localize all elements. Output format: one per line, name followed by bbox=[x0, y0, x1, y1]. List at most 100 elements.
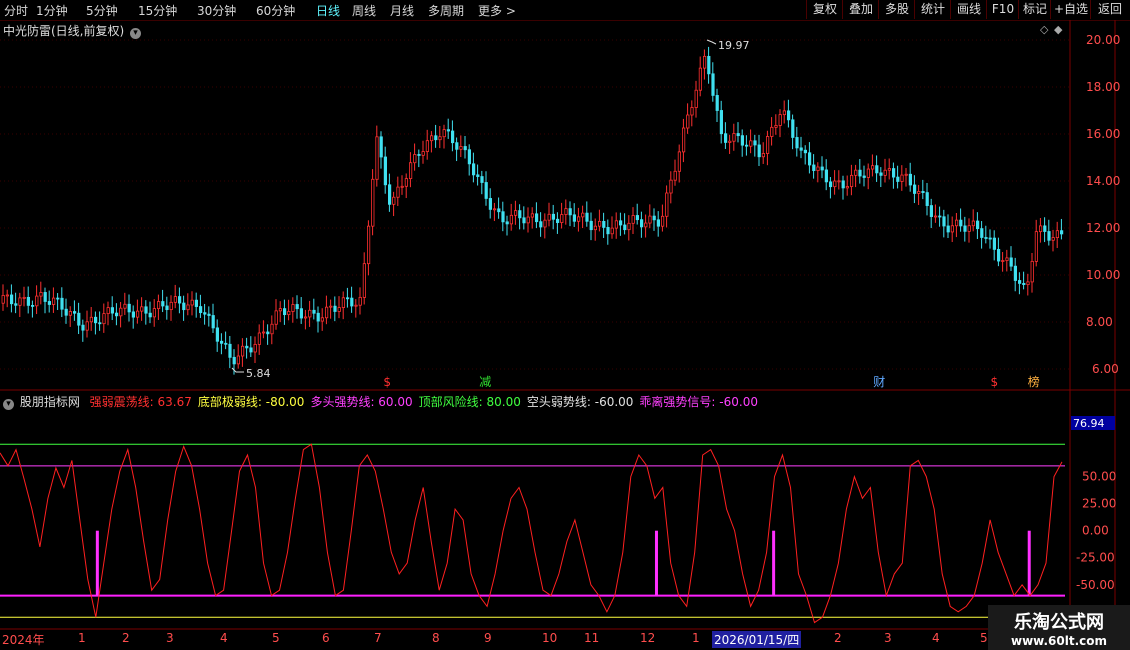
candle-body bbox=[917, 191, 921, 194]
event-marker[interactable]: 财 bbox=[873, 375, 885, 389]
watermark: 乐淘公式网 www.60lt.com bbox=[988, 605, 1130, 650]
date-axis-label: 2 bbox=[834, 631, 842, 645]
candle-body bbox=[354, 304, 358, 307]
candle-body bbox=[198, 306, 203, 314]
candle-body bbox=[140, 306, 144, 312]
candle-body bbox=[501, 211, 505, 223]
candle-body bbox=[803, 149, 808, 154]
button-tongji[interactable]: 统计 bbox=[914, 0, 951, 19]
legend-item: 多头强势线: 60.00 bbox=[310, 395, 413, 409]
candle-body bbox=[614, 220, 619, 229]
candle-body bbox=[379, 136, 383, 158]
candle-body bbox=[9, 294, 14, 305]
button-f10[interactable]: F10 bbox=[986, 0, 1019, 19]
candle-body bbox=[421, 151, 425, 156]
button-diejia[interactable]: 叠加 bbox=[842, 0, 879, 19]
candle-body bbox=[471, 163, 476, 176]
candle-body bbox=[165, 305, 169, 311]
timeframe-daily[interactable]: 日线 bbox=[316, 2, 340, 19]
date-axis: 2024年 1 2 3 4 5 6 7 8 9 10 11 12 1 2 3 4 5 2026/01/15/四 bbox=[0, 630, 1070, 648]
candle-body bbox=[782, 110, 787, 116]
candle-body bbox=[115, 312, 119, 317]
candle-body bbox=[858, 169, 862, 177]
candle-body bbox=[476, 174, 480, 177]
timeframe-fenshi[interactable]: 分时 bbox=[4, 2, 28, 19]
candle-body bbox=[913, 184, 917, 194]
timeframe-monthly[interactable]: 月线 bbox=[390, 2, 414, 19]
candle-body bbox=[64, 308, 68, 316]
candle-body bbox=[396, 186, 400, 198]
event-marker[interactable]: 榜 bbox=[1028, 374, 1040, 389]
candle-body bbox=[266, 331, 270, 335]
button-duogu[interactable]: 多股 bbox=[878, 0, 915, 19]
candle-body bbox=[177, 296, 182, 304]
candle-body bbox=[850, 174, 854, 187]
candle-body bbox=[450, 130, 455, 144]
candle-body bbox=[303, 316, 308, 319]
candle-body bbox=[568, 208, 572, 216]
date-axis-label: 11 bbox=[584, 631, 600, 645]
timeframe-60min[interactable]: 60分钟 bbox=[256, 2, 295, 19]
candle-body bbox=[967, 225, 971, 232]
button-fuquan[interactable]: 复权 bbox=[806, 0, 843, 19]
candle-body bbox=[560, 214, 564, 223]
timeframe-more[interactable]: 更多 > bbox=[478, 2, 516, 19]
candle-body bbox=[127, 303, 131, 313]
timeframe-30min[interactable]: 30分钟 bbox=[197, 2, 236, 19]
candle-body bbox=[1051, 237, 1055, 241]
candle-body bbox=[274, 310, 278, 325]
candle-body bbox=[812, 164, 816, 171]
candle-body bbox=[694, 89, 698, 108]
signal-bar bbox=[95, 530, 99, 596]
candle-body bbox=[446, 129, 451, 132]
candle-body bbox=[887, 168, 892, 171]
candle-body bbox=[169, 301, 173, 311]
timeframe-5min[interactable]: 5分钟 bbox=[86, 2, 118, 19]
button-back[interactable]: 返回 bbox=[1090, 0, 1129, 19]
candle-body bbox=[1047, 231, 1051, 241]
candle-body bbox=[94, 316, 98, 324]
candle-body bbox=[648, 215, 652, 224]
date-axis-label: 8 bbox=[432, 631, 440, 645]
chevron-down-icon[interactable]: ▾ bbox=[3, 399, 14, 410]
chevron-down-icon[interactable]: ▾ bbox=[130, 28, 142, 39]
candle-body bbox=[682, 127, 686, 153]
candle-body bbox=[866, 168, 871, 178]
diamond-icon[interactable]: ◇ bbox=[1040, 23, 1049, 36]
candle-body bbox=[1005, 257, 1009, 261]
diamond-filled-icon[interactable]: ◆ bbox=[1054, 23, 1063, 36]
candle-body bbox=[1055, 230, 1059, 238]
button-add-watchlist[interactable]: +自选 bbox=[1050, 0, 1091, 19]
candle-body bbox=[711, 73, 715, 96]
chart-canvas[interactable]: 20.00 18.00 16.00 14.00 12.00 10.00 8.00… bbox=[0, 20, 1130, 650]
event-marker[interactable]: $ bbox=[990, 375, 998, 389]
candle-body bbox=[249, 347, 253, 353]
stock-title[interactable]: 中光防雷(日线,前复权) ▾ bbox=[3, 22, 142, 39]
timeframe-1min[interactable]: 1分钟 bbox=[36, 2, 68, 19]
timeframe-15min[interactable]: 15分钟 bbox=[138, 2, 177, 19]
candle-body bbox=[1039, 225, 1043, 233]
candle-body bbox=[497, 208, 501, 213]
candle-body bbox=[26, 296, 31, 306]
timeframe-multi[interactable]: 多周期 bbox=[428, 2, 464, 19]
candle-body bbox=[787, 110, 791, 121]
candle-body bbox=[287, 311, 291, 316]
candle-body bbox=[757, 144, 761, 158]
candle-body bbox=[224, 342, 228, 345]
candle-body bbox=[564, 208, 568, 215]
button-huaxian[interactable]: 画线 bbox=[950, 0, 987, 19]
candle-body bbox=[429, 135, 434, 142]
candle-body bbox=[350, 297, 354, 307]
button-biaoji[interactable]: 标记 bbox=[1018, 0, 1051, 19]
date-axis-label: 5 bbox=[980, 631, 988, 645]
candle-body bbox=[514, 210, 518, 216]
timeframe-weekly[interactable]: 周线 bbox=[352, 2, 376, 19]
candle-body bbox=[387, 184, 392, 205]
candle-body bbox=[677, 151, 682, 172]
event-marker[interactable]: 减 bbox=[479, 375, 491, 389]
candle-body bbox=[144, 306, 148, 314]
candle-body bbox=[925, 192, 929, 206]
event-marker[interactable]: $ bbox=[383, 375, 391, 389]
candle-body bbox=[938, 215, 942, 218]
candle-body bbox=[980, 228, 984, 238]
